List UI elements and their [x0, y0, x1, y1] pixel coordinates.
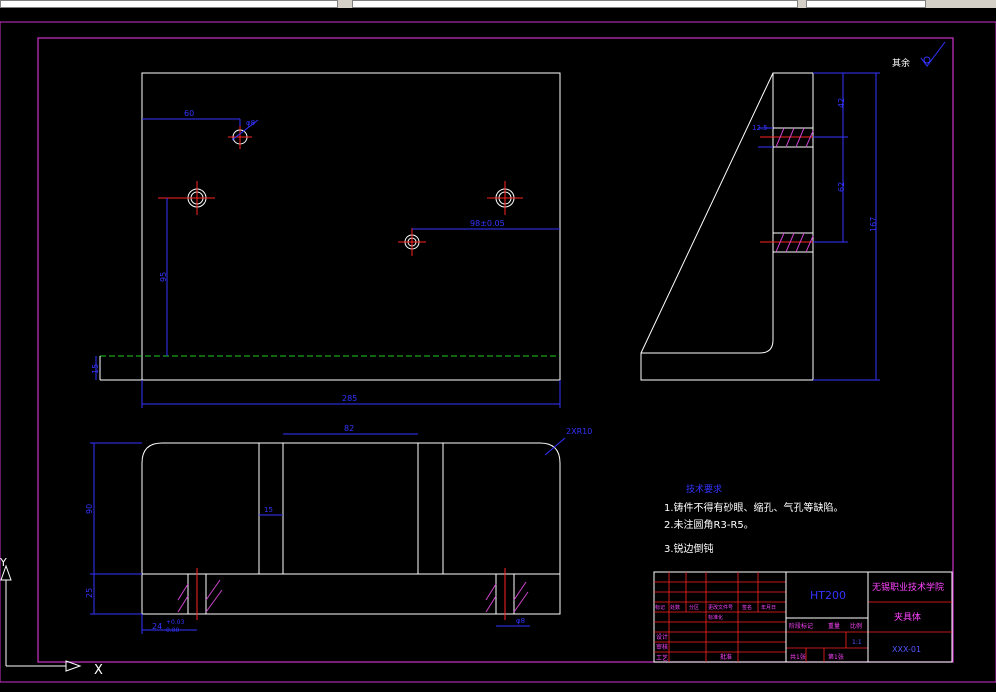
tb-school: 无锡职业技术学院 [872, 581, 944, 593]
outer-frame [0, 21, 996, 683]
tb-approve-label: 批准 [720, 653, 732, 661]
dim-tol-lower: 0.00 [166, 627, 180, 634]
surface-finish-icon [920, 41, 946, 67]
tb-row-label-4: 签名 [742, 604, 752, 611]
dim-slot-width: 15 [264, 506, 273, 514]
side-view: 12.5 42 62 167 [640, 72, 880, 381]
dim-front-height: 90 [85, 504, 94, 514]
dim-side-mid: 62 [837, 182, 846, 192]
dim-bolt-right: φ8 [516, 617, 525, 625]
dim-hole-diam: φ8 [246, 119, 255, 127]
tb-row-label-2: 分区 [689, 604, 699, 611]
tb-left-label-0: 设计 [656, 633, 668, 641]
note-3: 3.锐边倒钝 [664, 542, 714, 555]
dim-right-hole: 98±0.05 [470, 219, 505, 228]
tb-std-label: 标准化 [708, 614, 723, 621]
dim-fillet: 2XR10 [566, 427, 592, 436]
toolbar-strip [0, 0, 996, 8]
dim-side-depth: 12.5 [752, 124, 768, 132]
ucs-y-label: Y [0, 556, 7, 569]
tb-stage-label: 阶段标记 [789, 622, 813, 630]
dim-side-total: 167 [869, 217, 878, 232]
dim-base-height: 25 [85, 588, 94, 598]
lineweight-dropdown[interactable] [806, 0, 926, 8]
dim-ground: 15 [91, 364, 100, 374]
tb-row-label-1: 处数 [670, 604, 680, 611]
tb-sheet-number: 第1张 [828, 653, 844, 661]
title-block: HT200 无锡职业技术学院 夹具体 XXX-01 标记 处数 分区 更改文件号… [653, 571, 953, 663]
linetype-dropdown[interactable] [352, 0, 798, 8]
dim-bolt-left: 24 [152, 622, 162, 631]
note-2: 2.未注圆角R3-R5。 [664, 518, 754, 531]
roughness-label: 其余 [892, 57, 910, 69]
hole-pin [398, 228, 426, 256]
tb-weight-label: 重量 [828, 622, 840, 630]
tb-row-label-0: 标记 [655, 604, 665, 611]
dim-tol-upper: +0.03 [166, 619, 185, 626]
tb-material: HT200 [810, 589, 846, 602]
ucs-icon [0, 564, 82, 672]
dim-side-top: 42 [837, 98, 846, 108]
front-view: 82 15 2XR10 90 25 24 +0.03 0.00 φ8 [85, 424, 592, 634]
tb-part-name: 夹具体 [894, 611, 921, 623]
dim-vertical-hole: 95 [159, 272, 168, 282]
inner-frame [37, 37, 954, 663]
cad-drawing[interactable]: 其余 60 φ8 98±0.05 95 15 285 12.5 42 62 16… [0, 8, 996, 692]
ucs-x-label: X [94, 663, 103, 678]
note-1: 1.铸件不得有砂眼、缩孔、气孔等缺陷。 [664, 501, 844, 514]
tb-ratio: 1:1 [852, 639, 862, 646]
tb-left-label-2: 工艺 [656, 654, 668, 662]
notes-title: 技术要求 [686, 483, 722, 495]
dim-width: 285 [342, 394, 357, 403]
tb-row-label-5: 年月日 [761, 604, 776, 611]
top-view: 60 φ8 98±0.05 95 15 285 [91, 72, 561, 408]
hole-small [228, 125, 252, 149]
hole-right [487, 181, 523, 215]
tb-drawing-no: XXX-01 [892, 645, 921, 654]
tb-ratio-label: 比例 [850, 622, 862, 630]
technical-notes: 技术要求 1.铸件不得有砂眼、缩孔、气孔等缺陷。 2.未注圆角R3-R5。 3.… [664, 483, 844, 555]
tb-sheets-total: 共1张 [790, 653, 806, 661]
tb-row-label-3: 更改文件号 [708, 604, 733, 611]
dim-slot: 82 [344, 424, 354, 433]
tb-left-label-1: 审核 [656, 643, 668, 651]
layer-dropdown[interactable] [0, 0, 338, 8]
dim-hole-x: 60 [184, 109, 194, 118]
